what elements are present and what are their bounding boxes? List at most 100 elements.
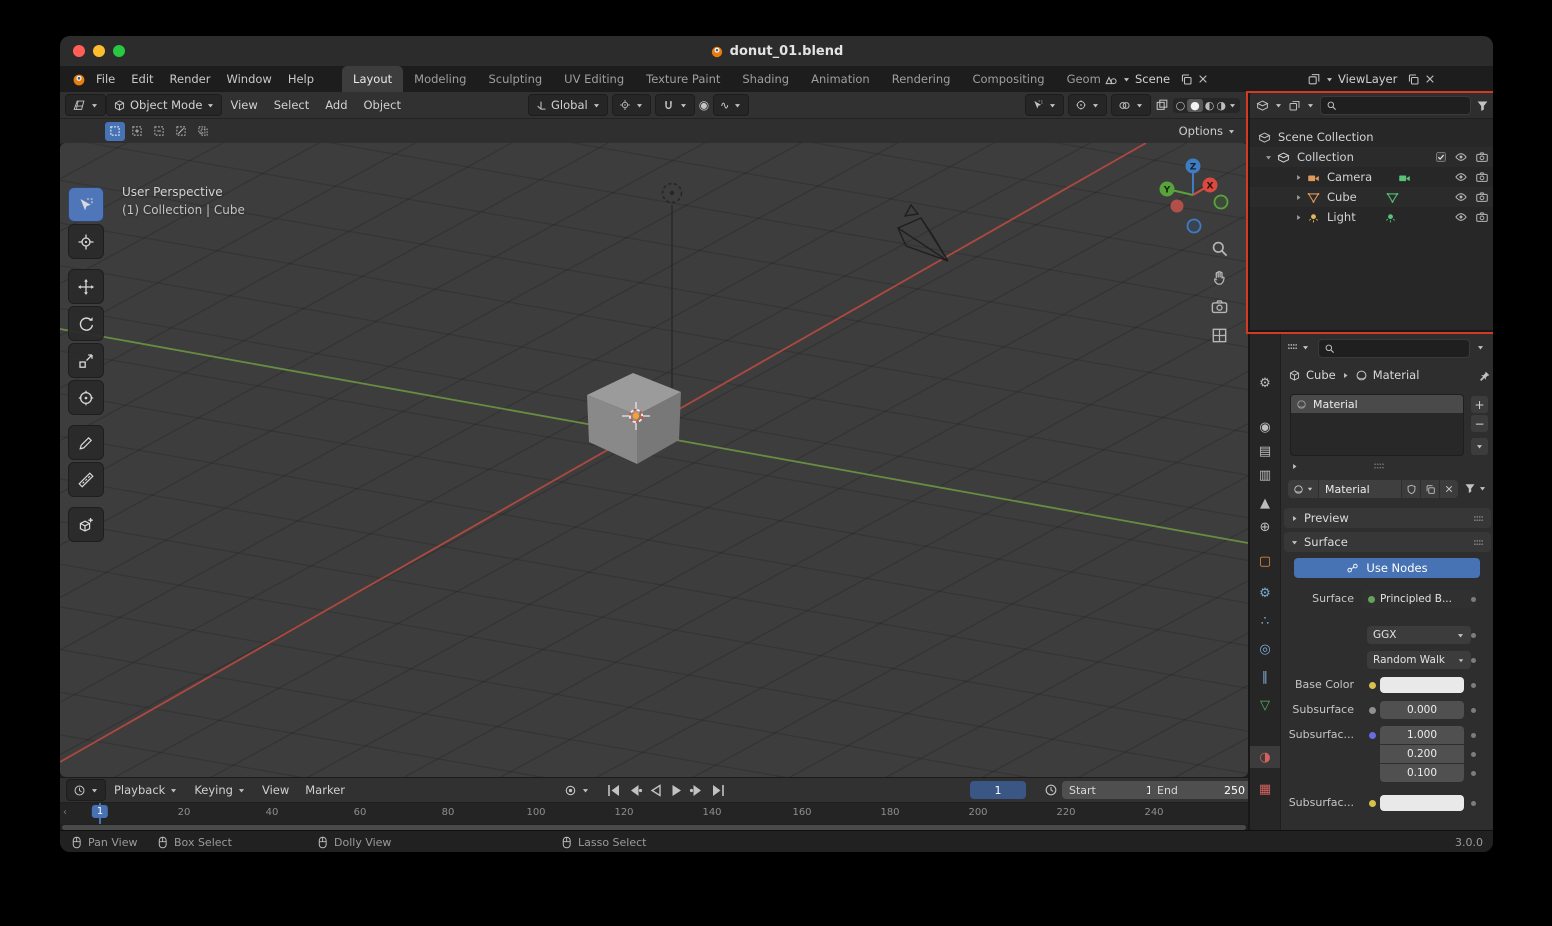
add-slot-button[interactable]: + xyxy=(1471,396,1488,413)
camera-view-icon[interactable] xyxy=(1210,297,1229,316)
remove-viewlayer-icon[interactable] xyxy=(1424,73,1436,85)
hide-in-viewport-eye-icon[interactable] xyxy=(1454,190,1468,204)
disclosure-closed-icon[interactable] xyxy=(1294,213,1303,222)
filter-funnel-icon[interactable] xyxy=(1476,99,1489,112)
menu-marker[interactable]: Marker xyxy=(297,783,353,797)
auto-keying-record-icon[interactable] xyxy=(563,783,578,798)
current-frame-field[interactable]: 1 xyxy=(970,781,1026,799)
hide-in-viewport-eye-icon[interactable] xyxy=(1454,170,1468,184)
chevron-down-icon[interactable] xyxy=(1228,101,1237,110)
menu-file[interactable]: File xyxy=(88,72,123,86)
material-slot-item[interactable]: Material xyxy=(1291,395,1463,413)
shading-material-button[interactable]: ◐ xyxy=(1205,99,1215,112)
animate-decorator[interactable] xyxy=(1471,733,1476,738)
chevron-down-icon[interactable] xyxy=(581,786,590,795)
animate-decorator[interactable] xyxy=(1471,658,1476,663)
animate-decorator[interactable] xyxy=(1471,683,1476,688)
tab-tool[interactable]: ⚙ xyxy=(1250,372,1280,394)
timeline-ruler[interactable]: ‹ 1 20 40 60 80 100 120 140 160 180 200 … xyxy=(60,803,1248,824)
menu-keying[interactable]: Keying xyxy=(186,783,254,797)
tab-constraints[interactable]: ∥ xyxy=(1250,666,1280,688)
breadcrumb-object[interactable]: Cube xyxy=(1306,368,1336,382)
outliner-row-scene-collection[interactable]: Scene Collection xyxy=(1250,127,1493,147)
zoom-window-button[interactable] xyxy=(113,45,125,57)
properties-editor-type-icon[interactable] xyxy=(1286,340,1299,353)
outliner-row-cube[interactable]: Cube xyxy=(1250,187,1493,207)
tool-rotate-button[interactable] xyxy=(68,306,104,341)
disclosure-closed-icon[interactable] xyxy=(1294,193,1303,202)
select-mode-invert-button[interactable] xyxy=(171,122,191,141)
gizmo-neg-x-axis[interactable] xyxy=(1171,200,1184,213)
jump-to-end-button[interactable] xyxy=(710,783,727,798)
tab-object[interactable]: ▢ xyxy=(1250,550,1280,572)
disable-in-render-camera-icon[interactable] xyxy=(1475,170,1489,184)
gizmo-neg-y-axis[interactable] xyxy=(1215,196,1228,209)
tool-annotate-button[interactable] xyxy=(68,425,104,460)
shading-solid-button[interactable]: ● xyxy=(1187,99,1203,112)
tool-select-box-button[interactable] xyxy=(68,187,104,222)
show-gizmo-dropdown[interactable] xyxy=(1068,94,1107,116)
hide-in-viewport-eye-icon[interactable] xyxy=(1454,210,1468,224)
preview-panel-header[interactable]: Preview xyxy=(1284,508,1491,528)
filter-options-icon[interactable] xyxy=(1476,343,1485,352)
frame-end-field[interactable]: End 250 xyxy=(1150,781,1252,799)
zoom-icon[interactable] xyxy=(1210,239,1229,258)
outliner-row-collection[interactable]: Collection xyxy=(1250,147,1493,167)
animate-decorator[interactable] xyxy=(1471,597,1476,602)
disable-in-render-camera-icon[interactable] xyxy=(1475,210,1489,224)
subsurface-value-field[interactable]: 0.000 xyxy=(1380,701,1464,719)
chevron-down-icon[interactable] xyxy=(1325,75,1334,84)
tab-material[interactable]: ◑ xyxy=(1250,746,1280,768)
close-window-button[interactable] xyxy=(73,45,85,57)
workspace-tab-modeling[interactable]: Modeling xyxy=(403,66,477,92)
distribution-dropdown[interactable]: GGX xyxy=(1367,626,1471,644)
chevron-down-icon[interactable] xyxy=(1301,343,1310,352)
unlink-scene-icon[interactable] xyxy=(1197,73,1209,85)
disclosure-open-icon[interactable] xyxy=(1264,153,1273,162)
use-preview-range-clock-icon[interactable] xyxy=(1044,783,1058,797)
workspace-tab-shading[interactable]: Shading xyxy=(731,66,800,92)
disable-in-render-camera-icon[interactable] xyxy=(1475,150,1489,164)
browse-material-button[interactable] xyxy=(1288,480,1318,498)
object-visibility-dropdown[interactable] xyxy=(1025,94,1064,116)
workspace-tab-rendering[interactable]: Rendering xyxy=(881,66,962,92)
menu-select[interactable]: Select xyxy=(266,98,317,112)
remove-slot-button[interactable]: − xyxy=(1471,415,1488,432)
select-mode-subtract-button[interactable] xyxy=(149,122,169,141)
animate-decorator[interactable] xyxy=(1471,708,1476,713)
tab-world[interactable]: ⊕ xyxy=(1250,516,1280,538)
chevron-down-icon[interactable] xyxy=(1122,75,1131,84)
transform-pivot-dropdown[interactable] xyxy=(612,94,651,116)
collection-checkbox-icon[interactable] xyxy=(1435,151,1447,163)
options-dropdown[interactable]: Options xyxy=(1179,124,1236,138)
select-mode-intersect-button[interactable] xyxy=(193,122,213,141)
tool-cursor-button[interactable] xyxy=(68,224,104,259)
new-scene-icon[interactable] xyxy=(1180,73,1193,86)
cube-object[interactable] xyxy=(587,373,681,464)
animate-decorator[interactable] xyxy=(1471,633,1476,638)
tool-transform-button[interactable] xyxy=(68,380,104,415)
base-color-swatch[interactable] xyxy=(1380,677,1464,693)
scroll-left-arrow[interactable]: ‹ xyxy=(63,807,67,818)
show-overlays-dropdown[interactable] xyxy=(1111,94,1151,116)
new-viewlayer-icon[interactable] xyxy=(1407,73,1420,86)
tool-measure-button[interactable] xyxy=(68,462,104,497)
tab-output[interactable]: ▤ xyxy=(1250,440,1280,462)
navigation-gizmo[interactable]: Z Y X xyxy=(1148,152,1238,242)
outliner-search-input[interactable] xyxy=(1320,96,1471,115)
tab-particles[interactable]: ∴ xyxy=(1250,610,1280,632)
gizmo-neg-z-axis[interactable] xyxy=(1188,220,1201,233)
fake-user-shield-button[interactable] xyxy=(1402,480,1420,498)
tab-render[interactable]: ◉ xyxy=(1250,416,1280,438)
camera-object[interactable] xyxy=(898,205,948,261)
slot-specials-button[interactable] xyxy=(1471,438,1488,455)
select-mode-set-button[interactable] xyxy=(105,122,125,141)
play-reverse-button[interactable] xyxy=(647,783,664,798)
prev-keyframe-button[interactable] xyxy=(626,783,643,798)
use-nodes-button[interactable]: Use Nodes xyxy=(1294,558,1480,578)
viewlayer-name[interactable]: ViewLayer xyxy=(1338,72,1397,86)
tab-scene[interactable]: ▲ xyxy=(1250,492,1280,514)
tab-physics[interactable]: ◎ xyxy=(1250,638,1280,660)
viewport-3d[interactable]: User Perspective (1) Collection | Cube xyxy=(60,143,1248,777)
workspace-tab-animation[interactable]: Animation xyxy=(800,66,881,92)
